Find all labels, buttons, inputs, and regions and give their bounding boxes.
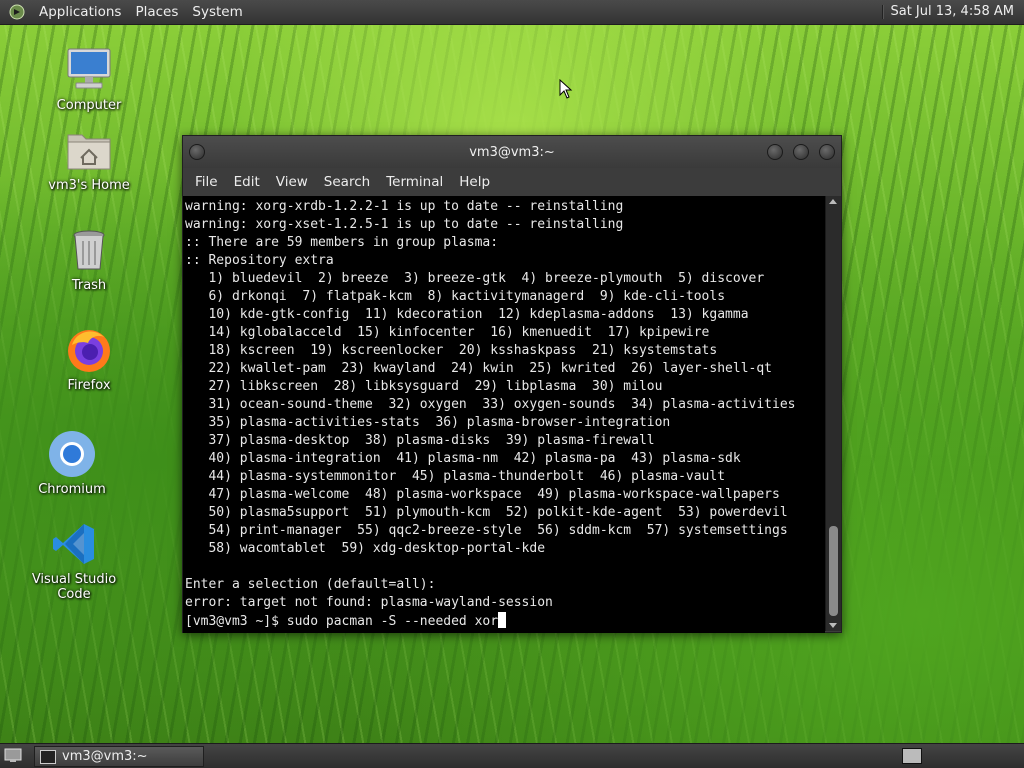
terminal-line: 22) kwallet-pam 23) kwayland 24) kwin 25…: [185, 361, 772, 376]
terminal-line: error: target not found: plasma-wayland-…: [185, 595, 553, 610]
desktop-icon-label: Trash: [71, 278, 107, 293]
home-folder-icon: [63, 124, 115, 176]
terminal-line: 47) plasma-welcome 48) plasma-workspace …: [185, 487, 780, 502]
terminal-line: 6) drkonqi 7) flatpak-kcm 8) kactivityma…: [185, 289, 726, 304]
terminal-line: warning: xorg-xset-1.2.5-1 is up to date…: [185, 217, 624, 232]
desktop-icon-trash[interactable]: Trash: [34, 224, 144, 293]
terminal-line: 35) plasma-activities-stats 36) plasma-b…: [185, 415, 671, 430]
terminal-line: :: Repository extra: [185, 253, 334, 268]
desktop-icon-label: Firefox: [67, 378, 111, 393]
desktop-icon-firefox[interactable]: Firefox: [34, 324, 144, 393]
terminal-line: 58) wacomtablet 59) xdg-desktop-portal-k…: [185, 541, 546, 556]
terminal-window[interactable]: vm3@vm3:~ File Edit View Search Terminal…: [182, 135, 842, 633]
terminal-line: 54) print-manager 55) qqc2-breeze-style …: [185, 523, 788, 538]
terminal-line: 14) kglobalacceld 15) kinfocenter 16) km…: [185, 325, 710, 340]
terminal-icon: [40, 749, 56, 764]
desktop-icon-home[interactable]: vm3's Home: [34, 124, 144, 193]
terminal-line: 18) kscreen 19) kscreenlocker 20) ksshas…: [185, 343, 718, 358]
terminal-line: 37) plasma-desktop 38) plasma-disks 39) …: [185, 433, 655, 448]
desktop-icon-label: vm3's Home: [48, 178, 130, 193]
window-title: vm3@vm3:~: [469, 144, 555, 160]
scrollbar-thumb[interactable]: [829, 526, 838, 616]
desktop-icon-computer[interactable]: Computer: [34, 44, 144, 113]
menu-search[interactable]: Search: [316, 174, 378, 190]
terminal-line: 40) plasma-integration 41) plasma-nm 42)…: [185, 451, 741, 466]
terminal-line: warning: xorg-xrdb-1.2.2-1 is up to date…: [185, 199, 624, 214]
minimize-button[interactable]: [767, 144, 783, 160]
applications-menu[interactable]: Applications: [32, 4, 128, 20]
taskbar-item-label: vm3@vm3:~: [62, 749, 148, 764]
menu-view[interactable]: View: [268, 174, 316, 190]
show-desktop-icon[interactable]: [4, 748, 22, 763]
terminal-menubar: File Edit View Search Terminal Help: [183, 168, 841, 196]
terminal-scrollbar[interactable]: [825, 196, 841, 631]
terminal-line: Enter a selection (default=all):: [185, 577, 436, 592]
desktop-icon-label: Computer: [56, 98, 122, 113]
places-menu[interactable]: Places: [128, 4, 185, 20]
panel-separator: [882, 5, 884, 19]
distro-logo-icon[interactable]: [8, 3, 26, 21]
terminal-line: 1) bluedevil 2) breeze 3) breeze-gtk 4) …: [185, 271, 765, 286]
terminal-line: 44) plasma-systemmonitor 45) plasma-thun…: [185, 469, 726, 484]
terminal-line: 50) plasma5support 51) plymouth-kcm 52) …: [185, 505, 788, 520]
terminal-output[interactable]: warning: xorg-xrdb-1.2.2-1 is up to date…: [183, 196, 825, 633]
clock[interactable]: Sat Jul 13, 4:58 AM: [890, 4, 1014, 19]
terminal-line: 31) ocean-sound-theme 32) oxygen 33) oxy…: [185, 397, 796, 412]
desktop-icon-chromium[interactable]: Chromium: [17, 428, 127, 497]
chromium-icon: [46, 428, 98, 480]
terminal-line: 27) libkscreen 28) libksysguard 29) libp…: [185, 379, 663, 394]
window-menu-button[interactable]: [189, 144, 205, 160]
taskbar-item-terminal[interactable]: vm3@vm3:~: [34, 746, 204, 767]
terminal-line: 10) kde-gtk-config 11) kdecoration 12) k…: [185, 307, 749, 322]
mouse-pointer-icon: [559, 79, 573, 99]
top-panel: Applications Places System Sat Jul 13, 4…: [0, 0, 1024, 25]
terminal-prompt-line[interactable]: [vm3@vm3 ~]$ sudo pacman -S --needed xor: [183, 612, 825, 630]
trash-icon: [63, 224, 115, 276]
menu-edit[interactable]: Edit: [226, 174, 268, 190]
menu-terminal[interactable]: Terminal: [378, 174, 451, 190]
system-menu[interactable]: System: [185, 4, 249, 20]
menu-file[interactable]: File: [187, 174, 226, 190]
scroll-down-arrow-icon[interactable]: [829, 623, 837, 628]
scroll-up-arrow-icon[interactable]: [829, 199, 837, 204]
terminal-prompt: [vm3@vm3 ~]$ sudo pacman -S --needed xor: [185, 614, 499, 629]
bottom-panel: vm3@vm3:~: [0, 743, 1024, 768]
desktop-icon-vscode[interactable]: Visual Studio Code: [19, 518, 129, 602]
close-button[interactable]: [819, 144, 835, 160]
desktop-icon-label: Chromium: [38, 482, 106, 497]
desktop-icon-label: Visual Studio Code: [31, 572, 117, 602]
window-titlebar[interactable]: vm3@vm3:~: [183, 136, 841, 168]
menu-help[interactable]: Help: [451, 174, 498, 190]
maximize-button[interactable]: [793, 144, 809, 160]
vscode-icon: [48, 518, 100, 570]
firefox-icon: [63, 324, 115, 376]
computer-icon: [63, 44, 115, 96]
text-cursor: [498, 612, 507, 628]
terminal-line: :: There are 59 members in group plasma:: [185, 235, 499, 250]
workspace-switcher[interactable]: [902, 748, 922, 764]
